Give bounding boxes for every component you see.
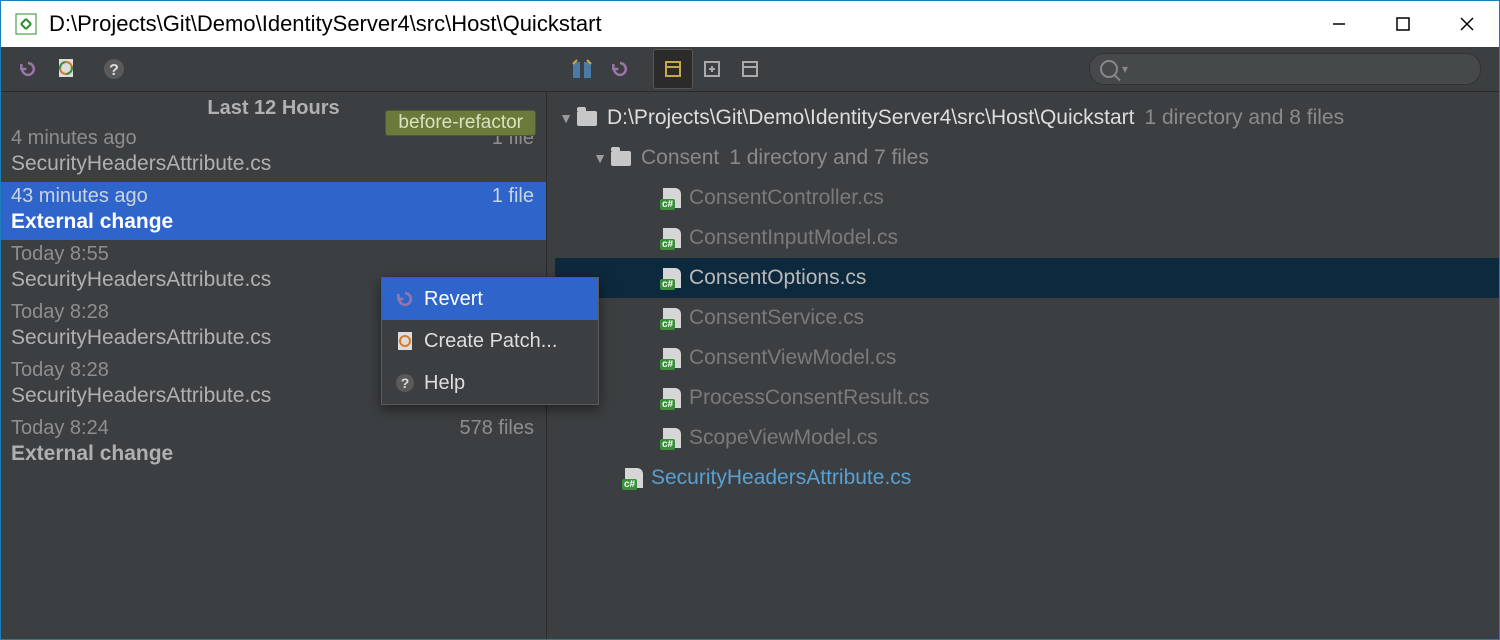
context-menu-item[interactable]: Create Patch... xyxy=(382,320,598,362)
chevron-down-icon[interactable]: ▼ xyxy=(555,110,577,126)
tree-file[interactable]: SecurityHeadersAttribute.cs xyxy=(555,458,1499,498)
csharp-file-icon xyxy=(625,468,643,488)
history-file-count: 1 file xyxy=(492,185,534,208)
search-input[interactable]: ▾ xyxy=(1089,53,1481,85)
tree-file[interactable]: ScopeViewModel.cs xyxy=(555,418,1499,458)
tree-file[interactable]: ConsentController.cs xyxy=(555,178,1499,218)
minimize-button[interactable] xyxy=(1307,1,1371,47)
tree-folder-label: Consent xyxy=(641,146,719,170)
tree-file-label: ConsentController.cs xyxy=(689,186,884,210)
csharp-file-icon xyxy=(663,428,681,448)
csharp-file-icon xyxy=(663,308,681,328)
help-toolbar-button[interactable]: ? xyxy=(95,50,133,88)
history-item[interactable]: Today 8:24 578 filesExternal change xyxy=(1,414,546,472)
csharp-file-icon xyxy=(663,268,681,288)
folder-icon xyxy=(611,151,631,166)
window: D:\Projects\Git\Demo\IdentityServer4\src… xyxy=(0,0,1500,640)
file-tree-panel: ▼ D:\Projects\Git\Demo\IdentityServer4\s… xyxy=(547,92,1499,639)
history-file-count: 578 files xyxy=(460,417,535,440)
tree-file[interactable]: ConsentService.cs xyxy=(555,298,1499,338)
close-button[interactable] xyxy=(1435,1,1499,47)
csharp-file-icon xyxy=(663,188,681,208)
patch-icon xyxy=(392,331,418,351)
tree-root-label: D:\Projects\Git\Demo\IdentityServer4\src… xyxy=(607,106,1134,130)
context-menu-item[interactable]: ? Help xyxy=(382,362,598,404)
context-menu-label: Help xyxy=(424,372,465,395)
csharp-file-icon xyxy=(663,388,681,408)
history-time: Today 8:24 xyxy=(11,417,109,440)
create-patch-toolbar-button[interactable] xyxy=(47,50,85,88)
history-time: Today 8:28 xyxy=(11,301,109,324)
csharp-file-icon xyxy=(663,348,681,368)
tree-file[interactable]: ConsentInputModel.cs xyxy=(555,218,1499,258)
undo-toolbar-button[interactable] xyxy=(601,50,639,88)
revert-icon xyxy=(392,289,418,309)
tree-root[interactable]: ▼ D:\Projects\Git\Demo\IdentityServer4\s… xyxy=(555,98,1499,138)
chevron-down-icon[interactable]: ▼ xyxy=(589,150,611,166)
svg-text:?: ? xyxy=(401,375,410,391)
history-description: External change xyxy=(11,442,534,466)
history-item[interactable]: before-refactor4 minutes ago1 fileSecuri… xyxy=(1,124,546,182)
tree-file[interactable]: ConsentOptions.cs xyxy=(555,258,1499,298)
tree-file-label: ConsentInputModel.cs xyxy=(689,226,898,250)
help-icon: ? xyxy=(392,373,418,393)
tree-folder-meta: 1 directory and 7 files xyxy=(729,146,929,170)
tree-file-label: ScopeViewModel.cs xyxy=(689,426,878,450)
tree-file-label: ConsentService.cs xyxy=(689,306,864,330)
tree-root-meta: 1 directory and 8 files xyxy=(1144,106,1344,130)
history-time: Today 8:28 xyxy=(11,359,109,382)
csharp-file-icon xyxy=(663,228,681,248)
context-menu-item[interactable]: Revert xyxy=(382,278,598,320)
titlebar: D:\Projects\Git\Demo\IdentityServer4\src… xyxy=(1,1,1499,47)
history-time: 43 minutes ago xyxy=(11,185,148,208)
diff-toolbar-button[interactable] xyxy=(563,50,601,88)
history-description: SecurityHeadersAttribute.cs xyxy=(11,152,534,176)
history-description: External change xyxy=(11,210,534,234)
history-time: Today 8:55 xyxy=(11,243,109,266)
tree-file-list: ConsentController.cs ConsentInputModel.cs… xyxy=(555,178,1499,458)
chevron-down-icon: ▾ xyxy=(1122,62,1128,76)
context-menu-label: Revert xyxy=(424,288,483,311)
history-tag: before-refactor xyxy=(385,110,536,136)
tree-file-label: ConsentOptions.cs xyxy=(689,266,866,290)
tree-file[interactable]: ProcessConsentResult.cs xyxy=(555,378,1499,418)
expand-toolbar-button[interactable] xyxy=(653,49,693,89)
revert-toolbar-button[interactable] xyxy=(9,50,47,88)
tree-file-label: ConsentViewModel.cs xyxy=(689,346,896,370)
app-icon xyxy=(15,13,37,35)
toolbar: ? ▾ xyxy=(1,47,1499,92)
history-item[interactable]: 43 minutes ago 1 fileExternal change xyxy=(1,182,546,240)
group-toolbar-button[interactable] xyxy=(693,50,731,88)
view-mode-toolbar-button[interactable] xyxy=(731,50,769,88)
tree-file-label: SecurityHeadersAttribute.cs xyxy=(651,466,911,490)
tree-folder[interactable]: ▼ Consent 1 directory and 7 files xyxy=(555,138,1499,178)
svg-text:?: ? xyxy=(109,62,119,79)
history-time: 4 minutes ago xyxy=(11,127,137,150)
tree-file-label: ProcessConsentResult.cs xyxy=(689,386,929,410)
context-menu: Revert Create Patch...? Help xyxy=(381,277,599,405)
tree-file[interactable]: ConsentViewModel.cs xyxy=(555,338,1499,378)
main-body: Last 12 Hours before-refactor4 minutes a… xyxy=(1,92,1499,639)
maximize-button[interactable] xyxy=(1371,1,1435,47)
window-title: D:\Projects\Git\Demo\IdentityServer4\src… xyxy=(49,11,1307,37)
context-menu-label: Create Patch... xyxy=(424,330,557,353)
search-icon xyxy=(1100,60,1118,78)
folder-icon xyxy=(577,111,597,126)
